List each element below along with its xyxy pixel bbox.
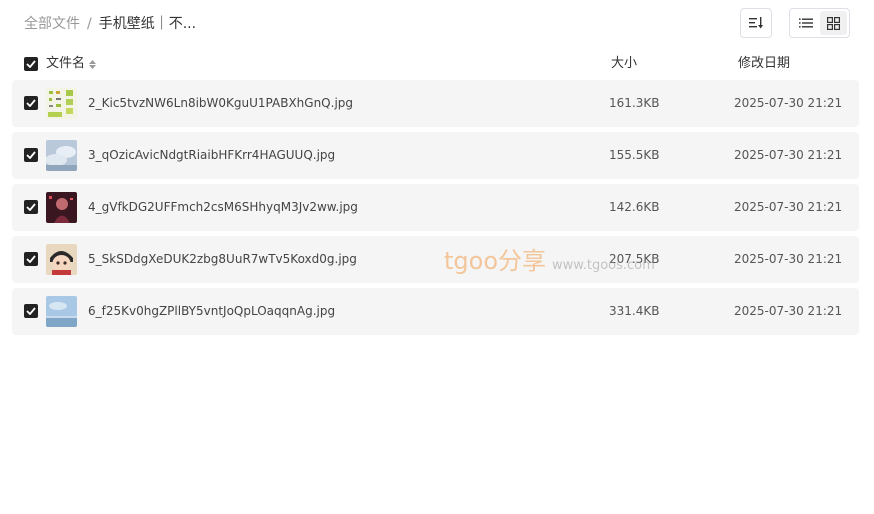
file-name-link[interactable]: 5_SkSDdgXeDUK2zbg8UuR7wTv5Koxd0g.jpg	[88, 236, 357, 283]
file-modified-date: 2025-07-30 21:21	[734, 96, 843, 110]
file-modified-date: 2025-07-30 21:21	[734, 304, 843, 318]
file-thumbnail[interactable]	[46, 296, 77, 327]
file-thumbnail[interactable]	[46, 88, 77, 119]
size-column-header[interactable]: 大小	[611, 53, 637, 75]
sort-lines-icon	[749, 17, 763, 29]
breadcrumb-separator: /	[87, 16, 92, 32]
row-checkbox[interactable]	[24, 304, 38, 318]
list-view-icon	[798, 18, 813, 28]
file-name-link[interactable]: 6_f25Kv0hgZPllBY5vntJoQpLOaqqnAg.jpg	[88, 288, 335, 335]
table-row[interactable]: 6_f25Kv0hgZPllBY5vntJoQpLOaqqnAg.jpg 331…	[12, 288, 859, 335]
grid-view-icon	[826, 16, 840, 30]
row-checkbox[interactable]	[24, 96, 38, 110]
file-size: 155.5KB	[609, 148, 660, 162]
file-size: 331.4KB	[609, 304, 660, 318]
check-icon	[26, 99, 36, 107]
file-name-link[interactable]: 2_Kic5tvzNW6Ln8ibW0KguU1PABXhGnQ.jpg	[88, 80, 353, 127]
file-thumbnail[interactable]	[46, 244, 77, 275]
date-column-header[interactable]: 修改日期	[738, 53, 790, 75]
check-icon	[26, 60, 36, 68]
check-icon	[26, 203, 36, 211]
table-row[interactable]: 3_qOzicAvicNdgtRiaibHFKrr4HAGUUQ.jpg 155…	[12, 132, 859, 179]
name-column-label: 文件名	[46, 56, 86, 71]
row-checkbox[interactable]	[24, 148, 38, 162]
breadcrumb: 全部文件 / 手机壁纸｜不...	[24, 14, 196, 34]
check-icon	[26, 151, 36, 159]
breadcrumb-current-folder: 手机壁纸｜不...	[98, 16, 197, 32]
file-modified-date: 2025-07-30 21:21	[734, 252, 843, 266]
table-row[interactable]: 2_Kic5tvzNW6Ln8ibW0KguU1PABXhGnQ.jpg 161…	[12, 80, 859, 127]
file-size: 142.6KB	[609, 200, 660, 214]
grid-view-button[interactable]	[819, 11, 847, 35]
file-thumbnail[interactable]	[46, 140, 77, 171]
file-modified-date: 2025-07-30 21:21	[734, 200, 843, 214]
breadcrumb-root-link[interactable]: 全部文件	[24, 14, 80, 34]
sort-caret-icon	[89, 59, 97, 69]
file-size: 161.3KB	[609, 96, 660, 110]
view-mode-toggle	[789, 8, 850, 38]
check-icon	[26, 255, 36, 263]
table-row[interactable]: 5_SkSDdgXeDUK2zbg8UuR7wTv5Koxd0g.jpg 207…	[12, 236, 859, 283]
row-checkbox[interactable]	[24, 200, 38, 214]
select-all-checkbox[interactable]	[24, 57, 38, 71]
file-name-link[interactable]: 3_qOzicAvicNdgtRiaibHFKrr4HAGUUQ.jpg	[88, 132, 335, 179]
file-name-link[interactable]: 4_gVfkDG2UFFmch2csM6SHhyqM3Jv2ww.jpg	[88, 184, 358, 231]
table-row[interactable]: 4_gVfkDG2UFFmch2csM6SHhyqM3Jv2ww.jpg 142…	[12, 184, 859, 231]
file-thumbnail[interactable]	[46, 192, 77, 223]
row-checkbox[interactable]	[24, 252, 38, 266]
check-icon	[26, 307, 36, 315]
file-size: 207.5KB	[609, 252, 660, 266]
name-column-header[interactable]: 文件名	[46, 53, 97, 75]
file-modified-date: 2025-07-30 21:21	[734, 148, 843, 162]
table-header: 文件名 大小 修改日期	[12, 53, 859, 75]
list-view-button[interactable]	[792, 11, 820, 35]
sort-button[interactable]	[740, 8, 772, 38]
file-list: 2_Kic5tvzNW6Ln8ibW0KguU1PABXhGnQ.jpg 161…	[12, 80, 859, 340]
